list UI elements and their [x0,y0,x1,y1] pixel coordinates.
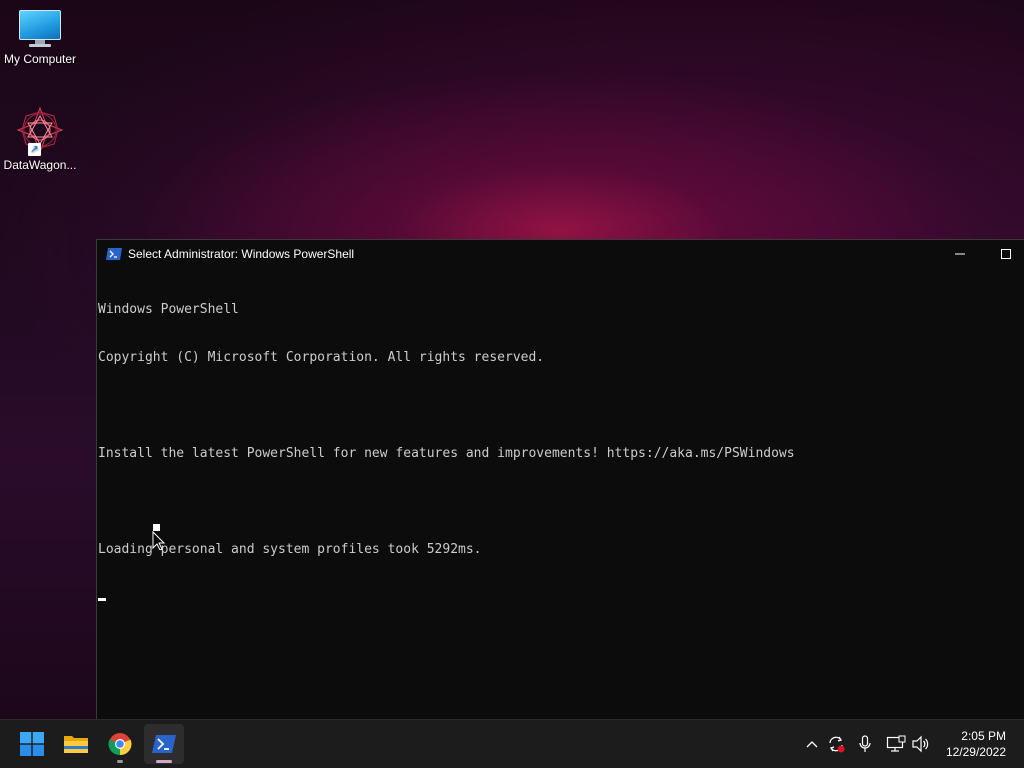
mouse-pointer-icon [152,524,166,550]
sync-icon [829,736,845,753]
clock-date: 12/29/2022 [945,745,1006,759]
microphone-icon [859,735,871,752]
minimize-icon [955,253,965,255]
maximize-icon [1001,249,1011,259]
taskbar: 2:05 PM 12/29/2022 [0,719,1024,768]
tray-microphone-button[interactable] [855,734,875,754]
taskbar-clock[interactable]: 2:05 PM 12/29/2022 [946,728,1006,760]
taskbar-powershell[interactable] [144,724,184,764]
taskbar-chrome[interactable] [100,724,140,764]
desktop-icon-my-computer[interactable]: My Computer [0,10,80,66]
console-output[interactable]: Windows PowerShell Copyright (C) Microso… [97,268,1024,638]
windows-start-icon [20,732,44,756]
clock-time: 2:05 PM [961,729,1006,743]
window-titlebar[interactable]: Select Administrator: Windows PowerShell [97,240,1024,268]
powershell-icon [152,735,176,753]
network-icon [886,735,906,752]
desktop-icon-datawagon[interactable]: ↗ DataWagon... [0,106,80,172]
tray-volume-button[interactable] [911,734,931,754]
show-hidden-icons-button[interactable] [802,734,822,754]
start-button[interactable] [12,724,52,764]
powershell-window[interactable]: Select Administrator: Windows PowerShell… [96,239,1024,721]
window-title: Select Administrator: Windows PowerShell [128,247,355,261]
active-indicator [156,760,172,763]
prompt-line[interactable] [98,590,1024,606]
taskbar-file-explorer[interactable] [56,724,96,764]
console-line: Windows PowerShell [98,302,239,317]
shortcut-arrow-icon: ↗ [28,143,41,156]
console-line: Copyright (C) Microsoft Corporation. All… [98,350,545,365]
powershell-icon [106,248,122,260]
tray-sync-button[interactable] [826,734,846,754]
console-line: Install the latest PowerShell for new fe… [98,446,795,461]
tray-network-button[interactable] [886,734,906,754]
folder-icon [64,736,88,753]
desktop-icon-label: My Computer [3,52,77,66]
chevron-up-icon [806,741,818,748]
chrome-icon [108,733,132,756]
maximize-button[interactable] [983,240,1024,268]
datawagon-shortcut-icon: ↗ [16,106,64,156]
running-indicator [117,760,123,763]
text-cursor [98,598,106,601]
desktop-icon-label: DataWagon... [3,158,77,172]
console-line: Loading personal and system profiles too… [98,542,482,557]
monitor-icon [19,10,61,48]
minimize-button[interactable] [937,240,983,268]
volume-icon [912,735,929,753]
